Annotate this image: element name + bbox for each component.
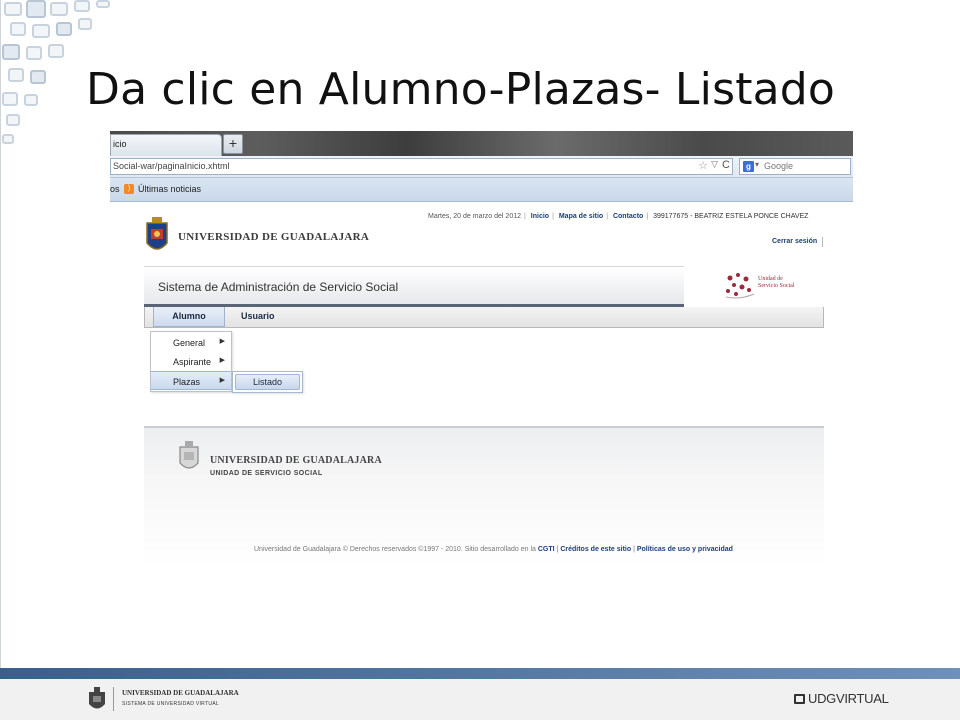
new-tab-button[interactable]: + bbox=[223, 134, 243, 154]
reload-icon[interactable]: C bbox=[722, 159, 730, 171]
slide-footer-band bbox=[0, 668, 960, 679]
link-contacto[interactable]: Contacto bbox=[613, 213, 643, 220]
footer-unit-name: UNIDAD DE SERVICIO SOCIAL bbox=[210, 470, 323, 477]
slide-footer-sub: SISTEMA DE UNIVERSIDAD VIRTUAL bbox=[122, 701, 219, 707]
udg-footer-logo-icon bbox=[89, 687, 105, 709]
menu-item-general[interactable]: General ▶ bbox=[151, 333, 231, 352]
browser-tab[interactable]: icio bbox=[110, 134, 222, 156]
uss-logo-icon bbox=[725, 273, 755, 299]
user-info: 399177675 - BEATRIZ ESTELA PONCE CHAVEZ bbox=[653, 213, 809, 220]
menu-item-plazas[interactable]: Plazas ▶ bbox=[151, 371, 231, 390]
bookmarks-toolbar: os ) Últimas noticias bbox=[110, 178, 853, 202]
link-inicio[interactable]: Inicio bbox=[531, 213, 549, 220]
top-links: Martes, 20 de marzo del 2012 | Inicio | Ma… bbox=[428, 213, 809, 220]
browser-tab-bar: icio + bbox=[110, 131, 853, 156]
slide-title: Da clic en Alumno-Plazas- Listado bbox=[86, 64, 836, 115]
slide-footer: UNIVERSIDAD DE GUADALAJARA SISTEMA DE UN… bbox=[0, 679, 960, 720]
main-menu-bar: Alumno Usuario bbox=[144, 307, 824, 328]
footer-university-name: UNIVERSIDAD DE GUADALAJARA bbox=[210, 455, 382, 466]
menu-alumno[interactable]: Alumno bbox=[153, 307, 225, 327]
bookmark-star-icon[interactable]: ☆ bbox=[698, 159, 708, 172]
alumno-dropdown-menu: General ▶ Aspirante ▶ Plazas ▶ bbox=[150, 331, 232, 392]
uss-logo-text: Unidad de Servicio Social bbox=[758, 276, 795, 289]
google-icon[interactable]: g bbox=[743, 161, 754, 172]
link-politicas[interactable]: Políticas de uso y privacidad bbox=[637, 546, 733, 553]
plazas-submenu: Listado bbox=[232, 371, 303, 393]
divider bbox=[113, 687, 114, 711]
menu-usuario[interactable]: Usuario bbox=[241, 307, 275, 327]
menu-item-listado[interactable]: Listado bbox=[235, 374, 300, 390]
link-creditos[interactable]: Créditos de este sitio bbox=[560, 546, 631, 553]
submenu-arrow-icon: ▶ bbox=[219, 338, 225, 345]
rss-icon: ) bbox=[124, 184, 134, 194]
search-input[interactable]: g ▾ Google bbox=[739, 158, 851, 175]
udgvirtual-icon bbox=[794, 694, 805, 704]
udg-shield-icon bbox=[146, 217, 168, 250]
address-bar[interactable]: Social-war/paginaInicio.xhtml ☆ ▽ C bbox=[110, 158, 733, 175]
browser-screenshot: icio + Social-war/paginaInicio.xhtml ☆ ▽… bbox=[110, 131, 853, 567]
date-text: Martes, 20 de marzo del 2012 bbox=[428, 213, 521, 220]
logout-link[interactable]: Cerrar sesión bbox=[772, 238, 817, 245]
menu-item-aspirante[interactable]: Aspirante ▶ bbox=[151, 352, 231, 371]
page-footer: UNIVERSIDAD DE GUADALAJARA UNIDAD DE SER… bbox=[144, 426, 824, 567]
search-engine-dropdown-icon[interactable]: ▾ bbox=[755, 160, 759, 169]
link-mapa-de-sitio[interactable]: Mapa de sitio bbox=[559, 213, 603, 220]
udgvirtual-logo: UDGVIRTUAL bbox=[794, 691, 889, 706]
university-name: UNIVERSIDAD DE GUADALAJARA bbox=[178, 231, 370, 243]
url-text: Social-war/paginaInicio.xhtml bbox=[113, 161, 230, 171]
footer-copyright: Universidad de Guadalajara © Derechos re… bbox=[254, 546, 733, 553]
bookmark-latest-news[interactable]: Últimas noticias bbox=[138, 184, 201, 194]
submenu-arrow-icon: ▶ bbox=[219, 357, 225, 364]
slide-footer-university: UNIVERSIDAD DE GUADALAJARA bbox=[122, 689, 239, 697]
udg-footer-shield-icon bbox=[179, 441, 199, 469]
navigation-bar: Social-war/paginaInicio.xhtml ☆ ▽ C g ▾ … bbox=[110, 156, 853, 178]
link-cgti[interactable]: CGTI bbox=[538, 546, 555, 553]
search-placeholder: Google bbox=[764, 161, 794, 171]
bookmark-item[interactable]: os bbox=[110, 184, 120, 194]
system-title-bar: Sistema de Administración de Servicio So… bbox=[144, 266, 684, 307]
divider bbox=[822, 237, 823, 247]
history-dropdown-icon[interactable]: ▽ bbox=[711, 159, 718, 170]
uss-logo: Unidad de Servicio Social bbox=[684, 266, 824, 307]
system-title: Sistema de Administración de Servicio So… bbox=[158, 280, 399, 294]
web-page: Martes, 20 de marzo del 2012 | Inicio | Ma… bbox=[110, 203, 853, 567]
submenu-arrow-icon: ▶ bbox=[219, 377, 225, 384]
